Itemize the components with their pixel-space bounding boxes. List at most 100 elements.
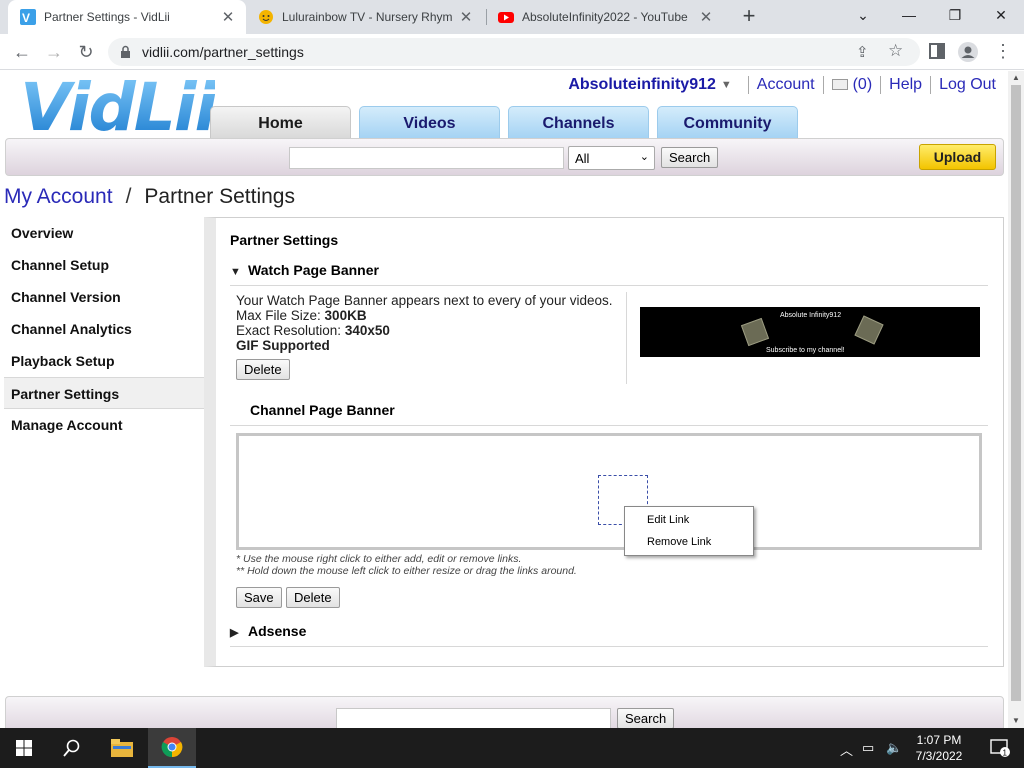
search-category-value: All	[575, 151, 590, 166]
search-icon[interactable]	[48, 728, 96, 768]
tab-partner-settings[interactable]: V Partner Settings - VidLii ✕	[8, 0, 246, 34]
nav-tab-home[interactable]: Home	[210, 106, 351, 139]
clock-time: 1:07 PM	[916, 733, 962, 747]
account-link[interactable]: Account	[757, 76, 815, 94]
footer-search-input[interactable]	[336, 708, 611, 729]
svg-text:V: V	[22, 11, 30, 25]
chevron-down-icon: ⌄	[639, 151, 649, 163]
banner-subtitle: Subscribe to my channel!	[766, 347, 845, 354]
edit-link-menu-item[interactable]: Edit Link	[625, 513, 753, 535]
gif-supported: GIF Supported	[236, 338, 330, 353]
tab-title: AbsoluteInfinity2022 - YouTube	[522, 10, 688, 24]
taskbar-clock[interactable]: 1:07 PM 7/3/2022	[908, 732, 970, 764]
vidlii-favicon-icon: V	[20, 9, 36, 25]
side-panel-icon[interactable]	[928, 42, 948, 62]
remove-link-menu-item[interactable]: Remove Link	[625, 535, 753, 557]
windows-start-icon[interactable]	[0, 728, 48, 768]
banner-card-image	[740, 317, 770, 347]
nav-tab-channels[interactable]: Channels	[508, 106, 649, 139]
divider	[747, 76, 749, 94]
editor-note: * Use the mouse right click to either ad…	[236, 553, 522, 565]
close-window-icon[interactable]: ✕	[978, 0, 1024, 32]
tab-youtube[interactable]: AbsoluteInfinity2022 - YouTube ✕	[486, 0, 724, 34]
watch-banner-info: Your Watch Page Banner appears next to e…	[236, 293, 612, 380]
show-hidden-icons-icon[interactable]: ︿	[840, 740, 853, 759]
new-tab-icon[interactable]: +	[736, 4, 762, 30]
chrome-icon[interactable]	[148, 728, 196, 768]
divider	[626, 292, 627, 384]
section-heading: Partner Settings	[230, 232, 339, 248]
sidebar-item-partner-settings[interactable]: Partner Settings	[4, 377, 204, 409]
watch-banner-preview-image: Absolute Infinity912 Subscribe to my cha…	[640, 307, 980, 357]
network-icon[interactable]: ▭	[862, 740, 874, 756]
share-icon[interactable]: ⇪	[856, 43, 869, 61]
help-link[interactable]: Help	[889, 76, 922, 94]
minimize-icon[interactable]: —	[886, 0, 932, 32]
vidlii-logo[interactable]: VidLii	[20, 75, 217, 141]
search-input[interactable]	[289, 147, 564, 169]
sidebar-item-channel-setup[interactable]: Channel Setup	[4, 249, 204, 281]
delete-channel-banner-button[interactable]: Delete	[286, 587, 340, 608]
upload-button[interactable]: Upload	[919, 144, 996, 170]
sidebar-item-overview[interactable]: Overview	[4, 217, 204, 249]
sidebar-item-channel-analytics[interactable]: Channel Analytics	[4, 313, 204, 345]
profile-avatar-icon[interactable]	[958, 42, 978, 62]
forward-icon[interactable]: →	[40, 38, 68, 66]
scroll-down-arrow-icon[interactable]: ▼	[1012, 716, 1020, 725]
watch-banner-header[interactable]: ▼ Watch Page Banner	[230, 258, 988, 286]
close-tab-icon[interactable]: ✕	[458, 8, 474, 26]
search-button[interactable]: Search	[661, 147, 719, 168]
bookmark-star-icon[interactable]: ☆	[888, 41, 903, 61]
lock-icon[interactable]	[120, 45, 131, 62]
divider	[822, 76, 824, 94]
adsense-header[interactable]: ▶ Adsense	[230, 619, 988, 647]
save-button[interactable]: Save	[236, 587, 282, 608]
scroll-up-arrow-icon[interactable]: ▲	[1012, 73, 1020, 82]
close-tab-icon[interactable]: ✕	[698, 8, 714, 26]
file-explorer-icon[interactable]	[98, 728, 146, 768]
url-text: vidlii.com/partner_settings	[142, 44, 304, 60]
sidebar-item-playback-setup[interactable]: Playback Setup	[4, 345, 204, 377]
sidebar-item-channel-version[interactable]: Channel Version	[4, 281, 204, 313]
username-link[interactable]: Absoluteinfinity912	[568, 76, 716, 94]
footer-search-bar: Search	[5, 696, 1004, 729]
volume-icon[interactable]: 🔈	[886, 740, 902, 756]
tab-title: Partner Settings - VidLii	[44, 10, 170, 24]
sidebar-item-manage-account[interactable]: Manage Account	[4, 409, 204, 441]
address-bar[interactable]: vidlii.com/partner_settings ⇪ ☆	[108, 38, 920, 66]
logout-link[interactable]: Log Out	[939, 76, 996, 94]
clock-date: 7/3/2022	[915, 749, 963, 763]
delete-watch-banner-button[interactable]: Delete	[236, 359, 290, 380]
scrollbar-thumb[interactable]	[1011, 85, 1021, 701]
expanded-triangle-icon: ▼	[230, 266, 241, 278]
restore-icon[interactable]: ❐	[932, 0, 978, 32]
menu-kebab-icon[interactable]: ⋮	[994, 42, 1014, 62]
inbox-count-link[interactable]: (0)	[853, 76, 873, 94]
tab-lulurainbow[interactable]: Lulurainbow TV - Nursery Rhyme ✕	[246, 0, 484, 34]
context-menu: Edit Link Remove Link	[624, 506, 754, 556]
banner-title: Absolute Infinity912	[780, 312, 842, 319]
notification-center-icon[interactable]: 1	[976, 728, 1024, 768]
breadcrumb-my-account[interactable]: My Account	[4, 185, 113, 208]
channel-banner-editor[interactable]	[236, 433, 982, 550]
close-tab-icon[interactable]: ✕	[220, 8, 236, 26]
tab-search-chevron-icon[interactable]: ⌄	[840, 0, 886, 32]
back-icon[interactable]: ←	[8, 38, 36, 66]
nav-tab-community[interactable]: Community	[657, 106, 798, 139]
svg-text:1: 1	[1003, 749, 1008, 758]
partner-settings-panel: Partner Settings ▼ Watch Page Banner Your…	[204, 217, 1004, 667]
watch-banner-title: Watch Page Banner	[248, 262, 379, 278]
channel-banner-header: Channel Page Banner	[230, 398, 988, 426]
footer-search-button[interactable]: Search	[617, 708, 675, 729]
page-scrollbar[interactable]: ▲ ▼	[1008, 71, 1024, 729]
user-dropdown-caret-icon[interactable]: ▼	[721, 79, 732, 91]
banner-card-image	[854, 315, 884, 345]
breadcrumb-separator: /	[125, 185, 132, 208]
inbox-mail-icon[interactable]	[831, 78, 848, 90]
divider	[930, 76, 932, 94]
collapsed-triangle-icon: ▶	[230, 627, 239, 639]
nav-tab-videos[interactable]: Videos	[359, 106, 500, 139]
search-category-select[interactable]: All ⌄	[568, 146, 655, 170]
reload-icon[interactable]: ↻	[72, 38, 100, 66]
account-sidebar: Overview Channel Setup Channel Version C…	[4, 217, 204, 441]
